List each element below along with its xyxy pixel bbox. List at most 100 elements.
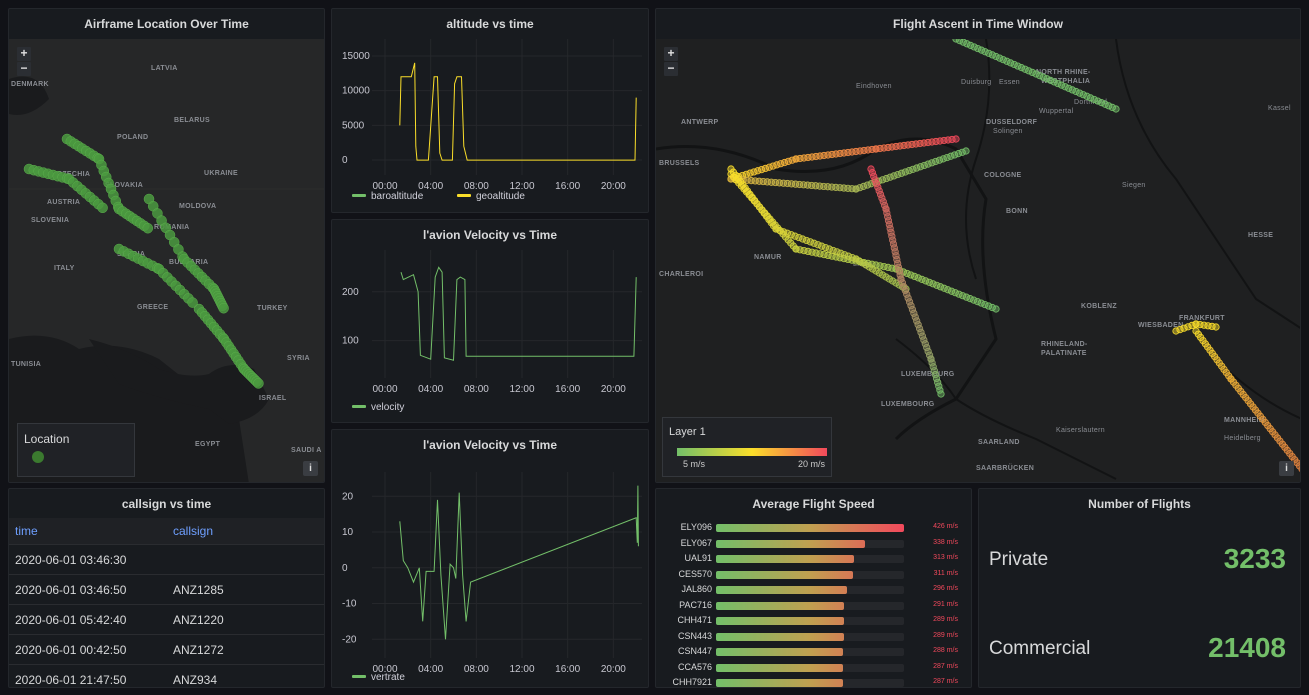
speed-bar-track (716, 679, 904, 687)
panel-title: Flight Ascent in Time Window (893, 17, 1063, 31)
speed-bar-row: JAL860 296 m/s (656, 583, 971, 598)
speed-bar-label: ELY067 (680, 537, 712, 548)
speed-bar-fill (716, 555, 855, 563)
speed-bar-value: 291 m/s (933, 600, 958, 608)
zoom-out-button[interactable]: − (664, 62, 678, 76)
legend-swatch-velocity (352, 405, 366, 408)
speed-bar-list: ELY096 426 m/s ELY067 338 m/s UAL91 313 m/s CE… (656, 519, 971, 687)
speed-bar-label: UAL91 (684, 553, 712, 563)
speed-bar-row: UAL91 313 m/s (656, 552, 971, 567)
speed-bar-row: CES570 311 m/s (656, 568, 971, 583)
speed-panel: Average Flight Speed ELY096 426 m/s ELY067… (655, 488, 972, 688)
legend-swatch-vertrate (352, 675, 366, 678)
speed-bar-value: 311 m/s (933, 569, 958, 577)
column-header-callsign[interactable]: callsign (167, 518, 324, 545)
track-point (952, 135, 960, 143)
legend-swatch-baroaltitude (352, 194, 366, 197)
flights-panel: Number of Flights Private 3233 Commercia… (978, 488, 1301, 688)
speed-bar-label: ELY096 (680, 522, 712, 532)
location-track (23, 133, 264, 389)
private-label: Private (989, 549, 1049, 570)
y-tick-label: 0 (342, 563, 348, 574)
speed-bar-fill (716, 632, 844, 641)
x-tick-label: 16:00 (555, 384, 580, 395)
altitude-chart-panel: altitude vs time 0 5000 10000 15000 00:00 04:… (331, 8, 649, 213)
info-icon[interactable]: i (303, 461, 318, 476)
speed-bar-row: CHH7921 287 m/s (656, 676, 971, 687)
speed-bar-value: 289 m/s (933, 616, 958, 623)
legend-max-label: 20 m/s (797, 459, 825, 469)
callsign-cell: ANZ1272 (167, 634, 324, 665)
speed-bar-value: 288 m/s (933, 647, 958, 654)
vertrate-chart[interactable]: -20-100102000:00 04:00 08:00 12:00 16:00 20:0… (332, 430, 649, 688)
x-tick-label: 20:00 (601, 181, 626, 192)
zoom-in-button[interactable]: + (17, 47, 31, 61)
x-tick-label: 12:00 (509, 384, 534, 395)
table-header-row: time callsign (9, 518, 324, 545)
panel-title: callsign vs time (121, 497, 212, 511)
table-row: 2020-06-01 21:47:50 ANZ934 (9, 664, 324, 687)
callsign-cell: ANZ1220 (167, 604, 324, 635)
speed-bar-track (716, 539, 904, 548)
y-tick-label: 100 (342, 336, 359, 347)
callsign-table-panel: callsign vs time time callsign 2020-06-0… (8, 488, 325, 688)
zoom-controls: + − (664, 47, 678, 77)
speed-bar-fill (716, 648, 844, 656)
column-header-time[interactable]: time (9, 518, 167, 545)
track-point (187, 297, 198, 308)
x-tick-label: 08:00 (464, 664, 489, 675)
speed-bar-track (716, 570, 904, 579)
callsign-table: time callsign 2020-06-01 03:46:30 2020-0… (9, 518, 324, 687)
velocity-chart[interactable]: 100 200 00:00 04:00 08:00 12:00 16:00 20:00 velo… (332, 220, 649, 423)
speed-bar-row: CSN443 289 m/s (656, 630, 971, 645)
speed-bar-fill (716, 601, 845, 610)
location-map[interactable]: LATVIA DENMARK BELARUS POLAND CZECHIA UK… (9, 39, 324, 482)
speed-bar-track (716, 648, 904, 656)
zoom-out-button[interactable]: − (17, 62, 31, 76)
panel-title: Airframe Location Over Time (84, 17, 249, 31)
y-tick-label: -10 (342, 599, 357, 610)
speed-bar-fill (716, 586, 847, 594)
speed-bar-value: 289 m/s (933, 631, 958, 639)
speed-bar-fill (716, 617, 844, 625)
altitude-chart[interactable]: 05000100001500000:00 04:00 08:00 12:00 16:00… (332, 9, 649, 213)
speed-bar-track (716, 555, 904, 563)
x-tick-label: 04:00 (418, 384, 443, 395)
table-row: 2020-06-01 05:42:40 ANZ1220 (9, 604, 324, 635)
speed-bar-label: CHH471 (677, 615, 712, 625)
x-tick-label: 20:00 (601, 384, 626, 395)
legend-label-baroaltitude: baroaltitude (371, 191, 424, 202)
zoom-in-button[interactable]: + (664, 47, 678, 61)
time-cell: 2020-06-01 03:46:50 (9, 574, 167, 605)
table-row: 2020-06-01 03:46:30 (9, 544, 324, 575)
y-tick-label: 5000 (342, 120, 365, 131)
commercial-label: Commercial (989, 638, 1091, 659)
info-icon[interactable]: i (1279, 461, 1294, 476)
time-cell: 2020-06-01 00:42:50 (9, 634, 167, 665)
speed-bar-row: CCA576 287 m/s (656, 661, 971, 676)
speed-bar-value: 313 m/s (933, 554, 958, 561)
speed-bar-fill (716, 663, 843, 672)
series-line-vertrate (399, 485, 639, 640)
ascent-map[interactable]: ANTWERP DUSSELDORF NORTH RHINE- WESTPHAL… (656, 39, 1300, 482)
table-row: 2020-06-01 03:46:50 ANZ1285 (9, 574, 324, 605)
speed-bar-value: 296 m/s (933, 585, 958, 592)
x-tick-label: 00:00 (372, 384, 397, 395)
speed-bar-label: JAL860 (681, 584, 712, 594)
speed-bar-track (716, 663, 904, 672)
speed-bar-label: CCA576 (677, 661, 712, 672)
speed-bar-row: PAC716 291 m/s (656, 599, 971, 614)
time-cell: 2020-06-01 05:42:40 (9, 604, 167, 635)
speed-bar-row: CHH471 289 m/s (656, 614, 971, 629)
speed-bar-row: CSN447 288 m/s (656, 645, 971, 660)
legend-title: Layer 1 (669, 426, 706, 438)
series-line-geoaltitude (399, 62, 637, 161)
zoom-controls: + − (17, 47, 31, 77)
track-point (1212, 323, 1220, 331)
speed-bar-fill (716, 679, 843, 687)
legend-dot-icon (32, 451, 44, 463)
speed-bar-fill (716, 524, 904, 532)
y-tick-label: 20 (342, 491, 354, 502)
x-tick-label: 04:00 (418, 664, 443, 675)
ascent-tracks (727, 39, 1300, 472)
